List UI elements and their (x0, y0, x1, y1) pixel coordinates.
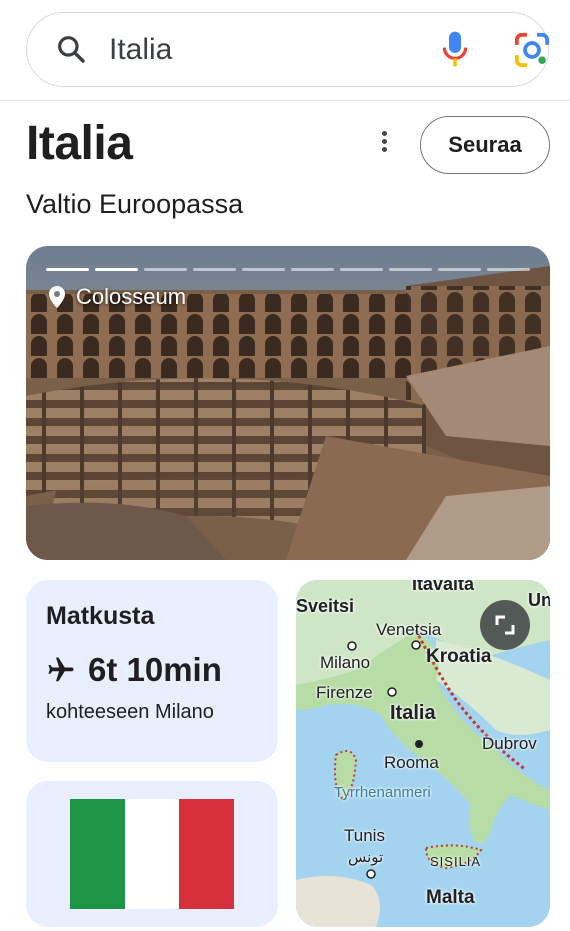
google-lens-icon[interactable] (513, 31, 551, 69)
map-label-milano: Milano (320, 653, 371, 672)
map-label-italia: Italia (390, 702, 436, 724)
location-pin-icon (49, 286, 65, 308)
search-icon (58, 36, 85, 63)
map-card[interactable]: Itävalta Sveitsi Un Venetsia Milano Kroa… (296, 580, 550, 927)
photo-location-text: Colosseum (76, 284, 187, 309)
microphone-icon[interactable] (439, 29, 471, 69)
map-label-dubrov: Dubrov (482, 734, 537, 753)
carousel-progress (46, 268, 530, 271)
search-bar[interactable]: Italia (26, 12, 551, 87)
travel-destination: kohteeseen Milano (46, 701, 214, 723)
image-carousel[interactable]: Colosseum (26, 246, 550, 560)
entity-title: Italia (26, 117, 133, 170)
map-label-firenze: Firenze (316, 683, 373, 702)
travel-heading: Matkusta (46, 602, 155, 630)
travel-duration: 6t 10min (88, 651, 222, 688)
header-divider (0, 100, 570, 101)
flag-red-band (179, 799, 235, 909)
search-input[interactable]: Italia (109, 33, 172, 67)
italy-flag (70, 799, 235, 909)
follow-button[interactable]: Seuraa (420, 116, 550, 174)
map-label-tyrrhenanmeri: Tyrrhenanmeri (334, 784, 431, 801)
map-label-un: Un (528, 590, 550, 610)
map-label-sisilia: SISILIA (430, 854, 482, 869)
map-label-venetsia: Venetsia (376, 620, 442, 639)
map-label-tunis-arabic: تونس (348, 849, 384, 866)
more-options-icon[interactable] (372, 128, 396, 156)
flag-white-band (124, 799, 180, 909)
map-label-tunis: Tunis (344, 826, 385, 845)
map-label-sveitsi: Sveitsi (296, 596, 355, 616)
airplane-icon (48, 657, 74, 682)
entity-subtitle: Valtio Euroopassa (26, 189, 244, 219)
travel-card[interactable]: Matkusta 6t 10min kohteeseen Milano (26, 580, 278, 762)
expand-icon (495, 615, 515, 635)
flag-card[interactable] (26, 781, 278, 927)
expand-map-button[interactable] (480, 600, 530, 650)
flag-green-band (70, 799, 125, 909)
map-label-rooma: Rooma (384, 753, 439, 772)
photo-location-label: Colosseum (48, 284, 186, 310)
map-label-itavalta: Itävalta (412, 580, 475, 594)
map-label-malta: Malta (426, 887, 475, 908)
